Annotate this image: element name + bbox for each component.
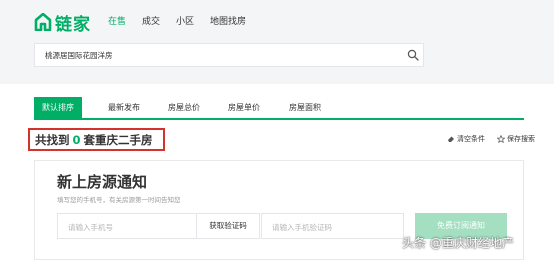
notify-subtitle: 填写您的手机号，有关房源第一时间告知您 <box>57 196 181 204</box>
eraser-icon <box>448 136 454 142</box>
result-count-banner: 共找到 0 套重庆二手房 <box>28 128 165 151</box>
sort-tabs: 默认排序 最新发布 房屋总价 房屋单价 房屋面积 <box>34 97 524 120</box>
search-input-value: 桃源居国际花园洋房 <box>45 51 113 60</box>
tab-default-sort[interactable]: 默认排序 <box>34 97 82 119</box>
get-code-button[interactable]: 获取验证码 <box>196 214 259 238</box>
result-suffix: 套重庆二手房 <box>83 132 153 147</box>
save-search-button[interactable]: 保存搜索 <box>497 134 535 144</box>
verification-code-field[interactable]: 请输入手机验证码 <box>261 213 404 239</box>
nav-item-community[interactable]: 小区 <box>176 15 194 29</box>
watermark: 头条 @重庆财经地产 <box>402 236 514 250</box>
result-prefix: 共找到 <box>35 132 70 147</box>
phone-placeholder: 请输入手机号 <box>68 223 113 232</box>
tab-latest[interactable]: 最新发布 <box>108 97 140 119</box>
house-logo-icon <box>34 13 52 31</box>
phone-field[interactable]: 请输入手机号 获取验证码 <box>57 213 260 239</box>
nav-item-for-sale[interactable]: 在售 <box>108 15 126 29</box>
tab-unit-price[interactable]: 房屋单价 <box>228 97 260 119</box>
site-header: 链家 在售 成交 小区 地图找房 桃源居国际花园洋房 <box>0 0 554 84</box>
tab-area[interactable]: 房屋面积 <box>289 97 321 119</box>
search-icon[interactable] <box>407 49 419 61</box>
clear-filters-label: 清空条件 <box>457 135 485 143</box>
clear-filters-button[interactable]: 清空条件 <box>447 134 485 144</box>
notify-title: 新上房源通知 <box>57 173 148 191</box>
site-logo[interactable]: 链家 <box>34 9 91 35</box>
code-placeholder: 请输入手机验证码 <box>272 223 332 232</box>
search-input[interactable]: 桃源居国际花园洋房 <box>34 43 424 67</box>
save-search-label: 保存搜索 <box>507 135 535 143</box>
nav-item-sold[interactable]: 成交 <box>142 15 160 29</box>
logo-text: 链家 <box>55 14 91 35</box>
nav-item-map-search[interactable]: 地图找房 <box>210 15 246 29</box>
star-icon <box>497 135 505 143</box>
result-count: 0 <box>72 132 81 147</box>
tab-total-price[interactable]: 房屋总价 <box>168 97 200 119</box>
main-nav: 在售 成交 小区 地图找房 <box>108 15 262 29</box>
